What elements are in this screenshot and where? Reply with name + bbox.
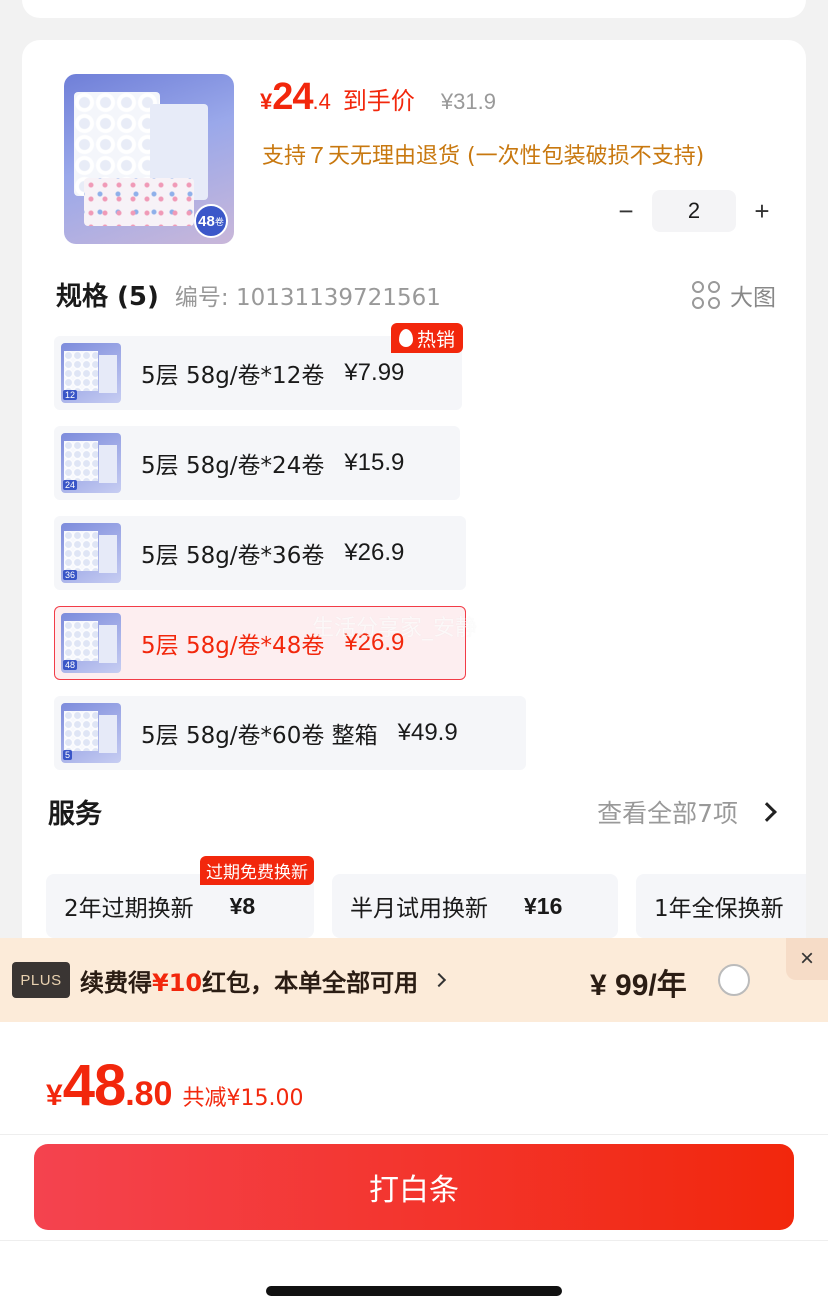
price-decimal: .4 (312, 89, 331, 114)
option-label: 5层 58g/卷*60卷 整箱 (141, 723, 378, 749)
service-name: 2年过期换新 (64, 896, 194, 922)
grid-view-icon (692, 280, 720, 309)
big-image-toggle[interactable]: 大图 (692, 278, 776, 312)
pay-button[interactable]: 打白条 (34, 1144, 794, 1230)
original-price: ¥31.9 (440, 89, 496, 114)
option-thumbnail: 24 (61, 433, 121, 493)
spec-header: 规格 (5) 编号: 10131139721561 大图 (56, 276, 776, 313)
plus-price: ¥ 99/年 (590, 969, 687, 1002)
option-thumbnail: 5 (61, 703, 121, 763)
hot-sale-badge: 热销 (390, 323, 463, 353)
option-thumbnail: 36 (61, 523, 121, 583)
decrease-button[interactable]: − (608, 190, 644, 232)
total-price: ¥ 48 .80 共减¥15.00 (46, 1052, 303, 1119)
price-integer: 24 (272, 76, 313, 118)
total-integer: 48 (62, 1053, 127, 1118)
divider (0, 1240, 828, 1241)
price-currency: ¥ (260, 89, 273, 114)
hot-sale-label: 热销 (416, 328, 455, 351)
checkout-footer: ¥ 48 .80 共减¥15.00 打白条 (0, 1022, 828, 1316)
option-label: 5层 58g/卷*36卷 (141, 543, 325, 569)
plus-logo: PLUS (12, 962, 70, 998)
tissue-bag-illustration (84, 178, 194, 226)
sku-selector-card: 48 卷 ¥ 24 .4 到手价 ¥31.9 支持７天无理由退货 (一次性包装破损… (22, 40, 806, 1040)
total-currency: ¥ (46, 1079, 63, 1112)
option-thumb-tag: 5 (63, 750, 73, 760)
final-price-label: 到手价 (342, 87, 415, 115)
spec-option-60-rolls[interactable]: 5 5层 58g/卷*60卷 整箱 ¥49.9 (54, 696, 526, 770)
watermark: 生活分享家_安静 (312, 616, 478, 641)
plus-text-after: 红包，本单全部可用 (202, 968, 419, 997)
option-thumb-tag: 48 (63, 660, 78, 670)
option-price: ¥15.9 (344, 449, 405, 476)
spec-option-36-rolls[interactable]: 36 5层 58g/卷*36卷 ¥26.9 (54, 516, 466, 590)
option-label: 5层 58g/卷*24卷 (141, 453, 325, 479)
chevron-right-icon (432, 972, 447, 988)
option-thumbnail: 12 (61, 343, 121, 403)
quantity-value[interactable]: 2 (652, 190, 736, 232)
service-header: 服务 查看全部7项 (48, 792, 782, 831)
price-line: ¥ 24 .4 到手价 ¥31.9 (260, 76, 496, 119)
option-price: ¥26.9 (344, 539, 405, 566)
service-name: 1年全保换新 (654, 896, 784, 922)
plus-select-radio[interactable] (718, 964, 750, 996)
option-price: ¥49.9 (397, 719, 458, 746)
service-badge: 过期免费换新 (200, 856, 314, 885)
service-title: 服务 (48, 799, 102, 830)
divider (0, 1134, 828, 1135)
spec-title: 规格 (5) (56, 282, 159, 312)
total-decimal: .80 (125, 1075, 173, 1113)
service-name: 半月试用换新 (350, 896, 488, 922)
option-price: ¥7.99 (344, 359, 405, 386)
service-price: ¥8 (229, 892, 256, 919)
chevron-right-icon (757, 801, 777, 822)
flame-icon (398, 329, 413, 347)
close-icon[interactable]: × (786, 938, 828, 980)
home-indicator[interactable] (266, 1286, 562, 1296)
return-policy-note: 支持７天无理由退货 (一次性包装破损不支持) (262, 144, 705, 169)
big-image-label: 大图 (730, 284, 776, 311)
roll-count-unit: 卷 (214, 216, 224, 227)
service-option-halfmonth-trial[interactable]: 半月试用换新 ¥16 (332, 874, 618, 938)
total-discount: 共减¥15.00 (182, 1086, 304, 1111)
service-price: ¥16 (524, 892, 563, 919)
quantity-stepper: − 2 + (608, 190, 780, 232)
plus-membership-bar[interactable]: PLUS 续费得¥10红包，本单全部可用 ¥ 99/年 × (0, 938, 828, 1022)
plus-text-before: 续费得 (80, 968, 152, 997)
spec-option-24-rolls[interactable]: 24 5层 58g/卷*24卷 ¥15.9 (54, 426, 460, 500)
option-thumb-tag: 36 (63, 570, 78, 580)
option-label: 5层 58g/卷*12卷 (141, 363, 325, 389)
increase-button[interactable]: + (744, 190, 780, 232)
spec-option-12-rolls[interactable]: 12 5层 58g/卷*12卷 ¥7.99 热销 (54, 323, 463, 410)
view-all-services-link[interactable]: 查看全部7项 (597, 794, 782, 830)
product-code: 编号: 10131139721561 (174, 284, 441, 311)
plus-text-highlight: ¥10 (152, 968, 203, 997)
plus-promo-text: 续费得¥10红包，本单全部可用 (80, 963, 418, 998)
roll-count-badge: 48 卷 (194, 204, 228, 238)
option-thumb-tag: 24 (63, 480, 78, 490)
option-label: 5层 58g/卷*48卷 (141, 633, 325, 659)
view-all-label: 查看全部7项 (597, 798, 738, 828)
service-option-1yr-full[interactable]: 1年全保换新 (636, 874, 806, 938)
product-image[interactable]: 48 卷 (64, 74, 234, 244)
option-thumb-tag: 12 (63, 390, 78, 400)
service-option-2yr-renew[interactable]: 2年过期换新 ¥8 过期免费换新 (46, 856, 314, 938)
option-thumbnail: 48 (61, 613, 121, 673)
previous-card (22, 0, 806, 18)
roll-count-number: 48 (198, 212, 215, 230)
